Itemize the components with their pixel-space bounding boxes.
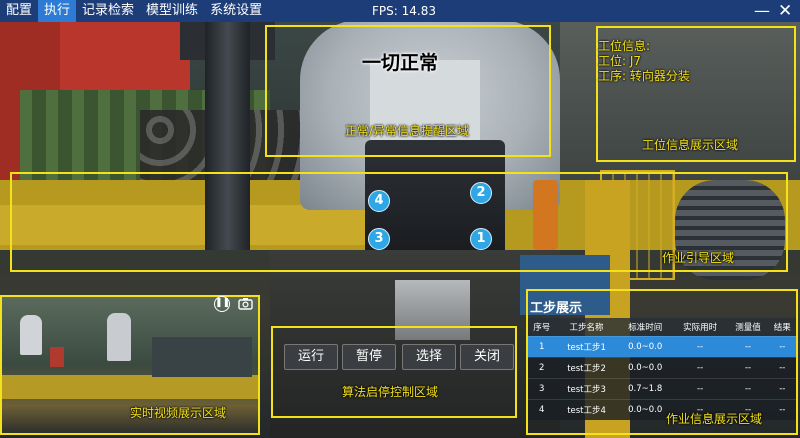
col-step-name: 工步名称 [555, 318, 618, 336]
control-zone-label: 算法启停控制区域 [342, 385, 439, 399]
cell-standard-time: 0.0~0.0 [617, 356, 673, 378]
work-info-zone-label: 作业信息展示区域 [666, 412, 763, 426]
cell-step-name: test工步3 [555, 377, 618, 399]
cell-step-name: test工步1 [555, 335, 618, 357]
cell-index: 4 [528, 398, 556, 420]
close-button[interactable]: 关闭 [460, 344, 514, 370]
cell-result: -- [768, 377, 796, 399]
col-standard-time: 标准时间 [617, 318, 673, 336]
pause-icon[interactable]: ❚❚ [214, 296, 230, 312]
select-button[interactable]: 选择 [402, 344, 456, 370]
cell-actual-time: -- [672, 335, 728, 357]
cell-result: -- [768, 398, 796, 420]
menu-execute[interactable]: 执行 [38, 0, 77, 22]
table-row[interactable]: 1 test工步1 0.0~0.0 -- -- -- [528, 335, 796, 357]
pause-button[interactable]: 暂停 [342, 344, 396, 370]
bolt-marker-3: 3 [368, 228, 390, 250]
menu-system-settings[interactable]: 系统设置 [204, 0, 268, 22]
bolt-marker-1: 1 [470, 228, 492, 250]
camera-icon[interactable] [238, 297, 253, 310]
alert-message: 一切正常 [362, 52, 439, 74]
algorithm-control-zone [271, 326, 517, 418]
close-icon[interactable]: ✕ [778, 0, 792, 22]
cell-step-name: test工步2 [555, 356, 618, 378]
bolt-marker-2: 2 [470, 182, 492, 204]
table-row[interactable]: 2 test工步2 0.0~0.0 -- -- -- [528, 356, 796, 378]
cell-result: -- [768, 335, 796, 357]
bolt-marker-4: 4 [368, 190, 390, 212]
step-table-header: 序号 工步名称 标准时间 实际用时 测量值 结果 [528, 318, 796, 336]
cell-index: 3 [528, 377, 556, 399]
cell-measured-value: -- [727, 377, 769, 399]
video-zone-label: 实时视频展示区域 [130, 406, 227, 420]
station-zone-label: 工位信息展示区域 [642, 138, 739, 152]
cell-standard-time: 0.0~0.0 [617, 335, 673, 357]
step-table: 序号 工步名称 标准时间 实际用时 测量值 结果 1 test工步1 0.0~0… [528, 318, 796, 420]
cell-measured-value: -- [727, 335, 769, 357]
fps-readout: FPS: 14.83 [372, 4, 436, 18]
col-result: 结果 [768, 318, 796, 336]
cell-result: -- [768, 356, 796, 378]
cell-index: 1 [528, 335, 556, 357]
menu-record-search[interactable]: 记录检索 [76, 0, 140, 22]
table-row[interactable]: 3 test工步3 0.7~1.8 -- -- -- [528, 377, 796, 399]
station-process: 工序: 转向器分装 [598, 69, 690, 83]
minimize-icon[interactable]: — [754, 0, 770, 22]
cell-actual-time: -- [672, 356, 728, 378]
cell-index: 2 [528, 356, 556, 378]
cell-standard-time: 0.0~0.0 [617, 398, 673, 420]
col-measured-value: 测量值 [727, 318, 769, 336]
cell-actual-time: -- [672, 377, 728, 399]
guide-zone-label: 作业引导区域 [662, 251, 735, 265]
cell-standard-time: 0.7~1.8 [617, 377, 673, 399]
col-index: 序号 [528, 318, 556, 336]
col-actual-time: 实际用时 [672, 318, 728, 336]
cell-measured-value: -- [727, 356, 769, 378]
alert-zone-label: 正常/异常信息提醒区域 [345, 124, 470, 138]
step-table-title: 工步展示 [530, 301, 583, 316]
menu-config[interactable]: 配置 [0, 0, 38, 22]
run-button[interactable]: 运行 [284, 344, 338, 370]
cell-step-name: test工步4 [555, 398, 618, 420]
menu-model-training[interactable]: 模型训练 [140, 0, 204, 22]
